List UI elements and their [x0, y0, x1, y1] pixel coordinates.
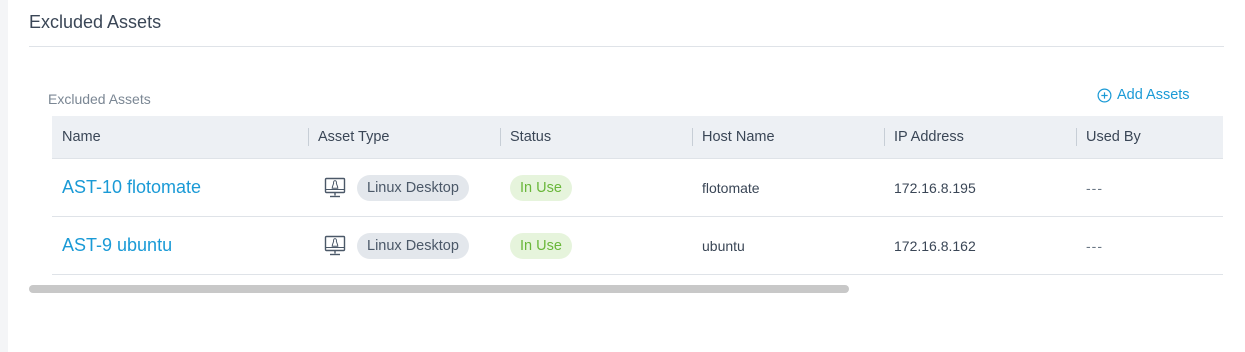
column-header-used-by[interactable]: Used By	[1076, 116, 1223, 158]
excluded-assets-table: Name Asset Type Status Host Name IP Addr…	[52, 116, 1223, 275]
column-header-host-name[interactable]: Host Name	[692, 116, 884, 158]
asset-type-badge: Linux Desktop	[357, 232, 469, 259]
divider	[29, 46, 1224, 47]
host-name-cell: ubuntu	[702, 237, 745, 254]
table-row: AST-10 flotomate Linux Desktop In Use fl…	[52, 159, 1223, 217]
used-by-cell: ---	[1086, 179, 1103, 196]
used-by-cell: ---	[1086, 237, 1103, 254]
page-title: Excluded Assets	[29, 12, 162, 32]
status-badge: In Use	[510, 232, 572, 259]
asset-type-badge: Linux Desktop	[357, 174, 469, 201]
column-header-asset-type[interactable]: Asset Type	[308, 116, 500, 158]
excluded-assets-panel: Excluded Assets Excluded Assets Add Asse…	[8, 0, 1245, 352]
column-header-ip-address[interactable]: IP Address	[884, 116, 1076, 158]
section-label: Excluded Assets	[48, 91, 151, 107]
table-header: Name Asset Type Status Host Name IP Addr…	[52, 116, 1223, 159]
linux-desktop-icon	[323, 234, 357, 258]
asset-name-link[interactable]: AST-9 ubuntu	[62, 235, 172, 256]
host-name-cell: flotomate	[702, 179, 760, 196]
ip-address-cell: 172.16.8.162	[894, 237, 976, 254]
linux-desktop-icon	[323, 176, 357, 200]
column-header-name[interactable]: Name	[52, 116, 308, 158]
ip-address-cell: 172.16.8.195	[894, 179, 976, 196]
table-row: AST-9 ubuntu Linux Desktop In Use ubuntu…	[52, 217, 1223, 275]
scrollbar-thumb[interactable]	[29, 285, 849, 293]
add-assets-label: Add Assets	[1117, 87, 1190, 103]
column-header-status[interactable]: Status	[500, 116, 692, 158]
horizontal-scrollbar[interactable]	[29, 285, 849, 293]
asset-name-link[interactable]: AST-10 flotomate	[62, 177, 201, 198]
plus-circle-icon	[1097, 88, 1112, 103]
add-assets-button[interactable]: Add Assets	[1097, 87, 1190, 103]
status-badge: In Use	[510, 174, 572, 201]
